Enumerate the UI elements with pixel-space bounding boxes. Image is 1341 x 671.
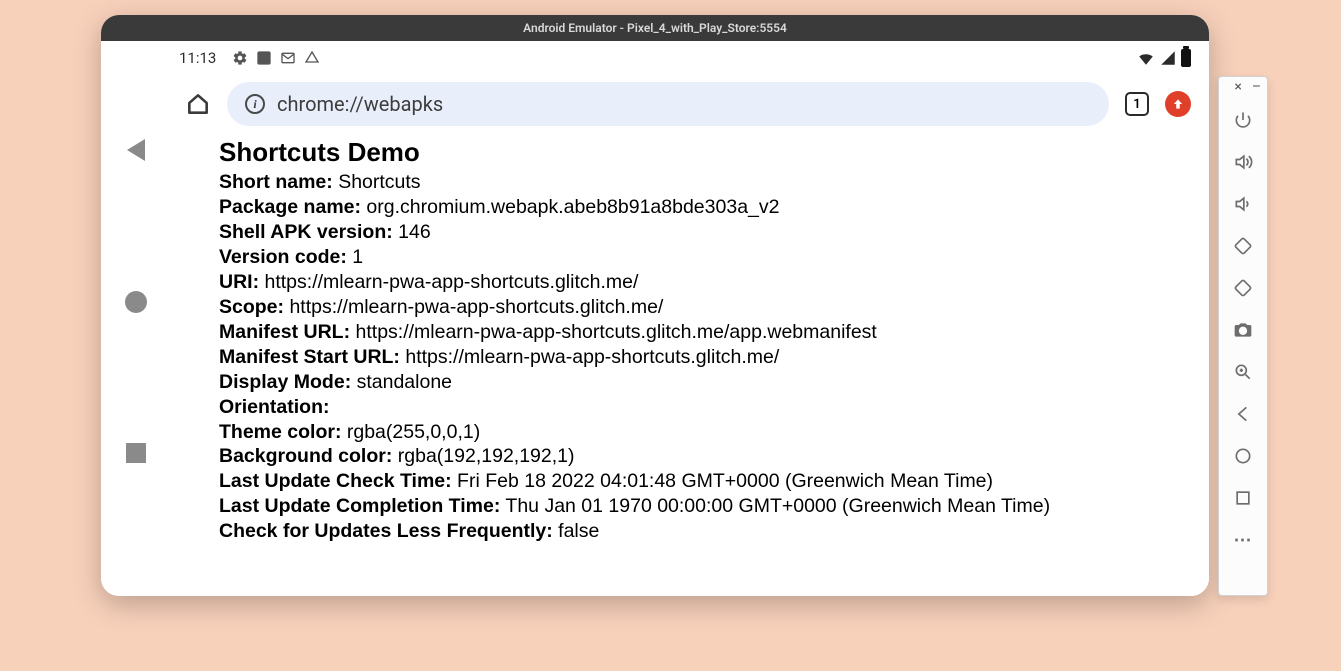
webapk-details-list: Short name: ShortcutsPackage name: org.c… bbox=[219, 170, 1193, 544]
gmail-icon bbox=[280, 50, 296, 66]
detail-row: Manifest URL: https://mlearn-pwa-app-sho… bbox=[219, 320, 1193, 345]
detail-row: Background color: rgba(192,192,192,1) bbox=[219, 444, 1193, 469]
detail-value: 1 bbox=[352, 246, 363, 268]
emulator-window: Android Emulator - Pixel_4_with_Play_Sto… bbox=[101, 15, 1209, 596]
detail-key: Orientation: bbox=[219, 396, 330, 418]
detail-row: Package name: org.chromium.webapk.abeb8b… bbox=[219, 195, 1193, 220]
detail-key: Background color: bbox=[219, 445, 392, 467]
volume-down-button[interactable] bbox=[1232, 193, 1254, 215]
square-a-icon: A bbox=[256, 50, 272, 66]
detail-value: https://mlearn-pwa-app-shortcuts.glitch.… bbox=[289, 296, 663, 318]
detail-value: Thu Jan 01 1970 00:00:00 GMT+0000 (Green… bbox=[505, 495, 1050, 517]
detail-key: Last Update Check Time: bbox=[219, 470, 452, 492]
detail-value: Shortcuts bbox=[338, 171, 420, 193]
status-notification-icons: A bbox=[232, 50, 320, 66]
panel-home-button[interactable] bbox=[1232, 445, 1254, 467]
panel-minimize-button[interactable]: – bbox=[1252, 79, 1261, 97]
detail-key: Manifest Start URL: bbox=[219, 346, 400, 368]
zoom-button[interactable] bbox=[1232, 361, 1254, 383]
overview-button[interactable] bbox=[126, 443, 146, 463]
detail-key: Short name: bbox=[219, 171, 333, 193]
detail-row: Scope: https://mlearn-pwa-app-shortcuts.… bbox=[219, 295, 1193, 320]
detail-row: Version code: 1 bbox=[219, 245, 1193, 270]
detail-value: https://mlearn-pwa-app-shortcuts.glitch.… bbox=[265, 271, 639, 293]
panel-more-button[interactable]: ⋯ bbox=[1232, 529, 1254, 551]
detail-row: Last Update Completion Time: Thu Jan 01 … bbox=[219, 494, 1193, 519]
detail-row: Short name: Shortcuts bbox=[219, 170, 1193, 195]
cellular-icon bbox=[1159, 49, 1177, 67]
detail-value: https://mlearn-pwa-app-shortcuts.glitch.… bbox=[356, 321, 877, 343]
omnibox-url: chrome://webapks bbox=[277, 92, 443, 116]
detail-key: Shell APK version: bbox=[219, 221, 393, 243]
panel-close-button[interactable]: × bbox=[1234, 79, 1241, 97]
detail-row: Check for Updates Less Frequently: false bbox=[219, 519, 1193, 544]
tab-switcher-button[interactable]: 1 bbox=[1125, 92, 1149, 116]
rotate-right-button[interactable] bbox=[1232, 277, 1254, 299]
detail-row: Manifest Start URL: https://mlearn-pwa-a… bbox=[219, 345, 1193, 370]
gear-icon bbox=[232, 50, 248, 66]
detail-key: Scope: bbox=[219, 296, 284, 318]
detail-key: URI: bbox=[219, 271, 259, 293]
status-system-icons bbox=[1137, 49, 1191, 67]
status-bar: 11:13 A bbox=[171, 41, 1209, 75]
detail-key: Display Mode: bbox=[219, 371, 351, 393]
site-info-icon[interactable]: i bbox=[245, 94, 265, 114]
wifi-icon bbox=[1137, 49, 1155, 67]
detail-value: false bbox=[558, 520, 599, 542]
power-button[interactable] bbox=[1232, 109, 1254, 131]
volume-up-button[interactable] bbox=[1232, 151, 1254, 173]
home-icon[interactable] bbox=[185, 91, 211, 117]
detail-row: Display Mode: standalone bbox=[219, 370, 1193, 395]
detail-key: Manifest URL: bbox=[219, 321, 350, 343]
emulator-titlebar: Android Emulator - Pixel_4_with_Play_Sto… bbox=[101, 15, 1209, 41]
omnibox[interactable]: i chrome://webapks bbox=[227, 82, 1109, 126]
home-button[interactable] bbox=[125, 291, 147, 313]
tab-count: 1 bbox=[1133, 97, 1140, 112]
screenshot-button[interactable] bbox=[1232, 319, 1254, 341]
detail-key: Check for Updates Less Frequently: bbox=[219, 520, 553, 542]
device-area: 11:13 A i bbox=[101, 41, 1209, 596]
detail-row: Theme color: rgba(255,0,0,1) bbox=[219, 420, 1193, 445]
system-nav-rail bbox=[101, 41, 171, 596]
detail-value: 146 bbox=[398, 221, 431, 243]
detail-value: https://mlearn-pwa-app-shortcuts.glitch.… bbox=[405, 346, 779, 368]
detail-value: Fri Feb 18 2022 04:01:48 GMT+0000 (Green… bbox=[457, 470, 993, 492]
detail-value: rgba(192,192,192,1) bbox=[398, 445, 575, 467]
page-content: Shortcuts Demo Short name: ShortcutsPack… bbox=[171, 133, 1209, 596]
page-title: Shortcuts Demo bbox=[219, 137, 1193, 168]
emulator-title: Android Emulator - Pixel_4_with_Play_Sto… bbox=[523, 21, 787, 35]
back-button[interactable] bbox=[127, 139, 145, 161]
panel-overview-button[interactable] bbox=[1232, 487, 1254, 509]
rotate-left-button[interactable] bbox=[1232, 235, 1254, 257]
detail-row: Orientation: bbox=[219, 395, 1193, 420]
emulator-side-panel: × – ⋯ bbox=[1218, 76, 1268, 596]
detail-value: standalone bbox=[357, 371, 452, 393]
browser-toolbar: i chrome://webapks 1 bbox=[171, 75, 1209, 133]
detail-key: Package name: bbox=[219, 196, 361, 218]
battery-icon bbox=[1181, 49, 1191, 67]
detail-row: Last Update Check Time: Fri Feb 18 2022 … bbox=[219, 469, 1193, 494]
detail-key: Theme color: bbox=[219, 421, 341, 443]
detail-value: org.chromium.webapk.abeb8b91a8bde303a_v2 bbox=[366, 196, 779, 218]
status-time: 11:13 bbox=[179, 49, 216, 67]
detail-row: URI: https://mlearn-pwa-app-shortcuts.gl… bbox=[219, 270, 1193, 295]
update-chrome-button[interactable] bbox=[1165, 91, 1191, 117]
svg-text:A: A bbox=[261, 53, 268, 63]
up-arrow-icon bbox=[1171, 97, 1185, 111]
drive-icon bbox=[304, 50, 320, 66]
detail-key: Version code: bbox=[219, 246, 347, 268]
panel-back-button[interactable] bbox=[1232, 403, 1254, 425]
detail-row: Shell APK version: 146 bbox=[219, 220, 1193, 245]
detail-key: Last Update Completion Time: bbox=[219, 495, 500, 517]
detail-value: rgba(255,0,0,1) bbox=[347, 421, 480, 443]
device-screen: 11:13 A i bbox=[171, 41, 1209, 596]
